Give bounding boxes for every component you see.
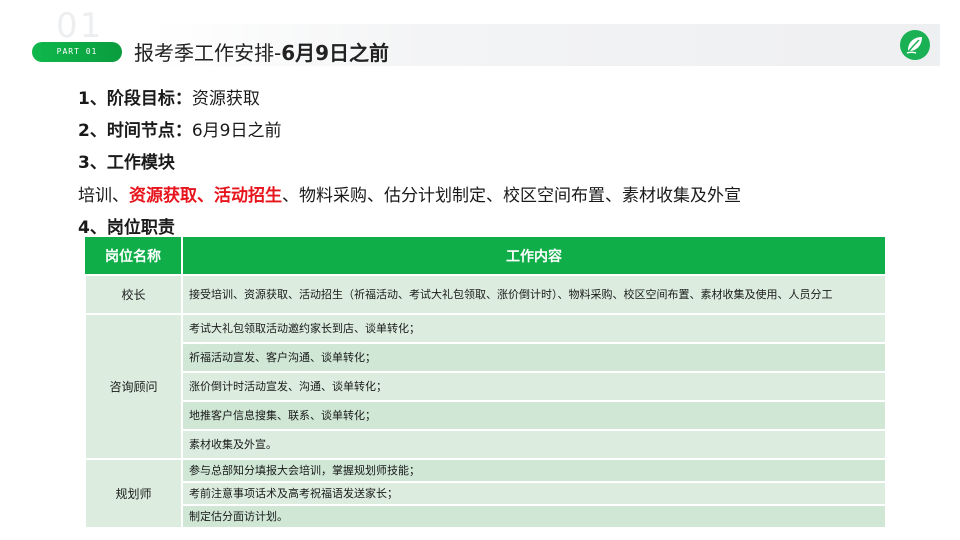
leaf-logo-icon [900,30,930,60]
column-header-role: 岗位名称 [85,237,183,275]
table-row: 校长 接受培训、资源获取、活动招生（祈福活动、考试大礼包领取、涨价倒计时）、物料… [84,274,887,315]
modules-heading: 3、工作模块 [78,148,175,173]
modules-part1: 培训、 [78,186,129,206]
part-number-watermark: 01 [56,6,104,46]
page-title: 报考季工作安排-6月9日之前 [134,37,389,66]
goal-line: 1、阶段目标：资源获取 [78,84,260,109]
modules-highlight-resources: 资源获取 [129,186,197,206]
modules-rest: 、物料采购、估分计划制定、校区空间布置、素材收集及外宣 [282,186,741,206]
goal-label: 1、阶段目标： [78,89,192,109]
modules-separator: 、 [197,186,214,206]
task-cell: 考前注意事项话术及高考祝福语发送家长； [181,481,887,506]
table-row: 考前注意事项话术及高考祝福语发送家长； [85,481,887,506]
table-row: 咨询顾问 考试大礼包领取活动邀约家长到店、谈单转化； [84,313,887,460]
modules-label: 3、工作模块 [78,153,175,173]
task-cell: 参与总部知分填报大会培训，掌握规划师技能； [181,458,887,483]
time-value: 6月9日之前 [191,121,282,141]
duties-label: 4、岗位职责 [78,218,175,238]
task-cell: 地推客户信息搜集、联系、谈单转化； [181,400,887,431]
task-cell: 制定估分面访计划。 [181,504,887,529]
task-cell: 涨价倒计时活动宣发、沟通、谈单转化； [181,371,887,402]
task-cell: 接受培训、资源获取、活动招生（祈福活动、考试大礼包领取、涨价倒计时）、物料采购、… [181,274,887,315]
duties-heading: 4、岗位职责 [78,213,175,238]
time-line: 2、时间节点：6月9日之前 [78,116,281,141]
table-row: 规划师 参与总部知分填报大会培训，掌握规划师技能； [84,458,887,529]
duty-table: 岗位名称 工作内容 校长 接受培训、资源获取、活动招生（祈福活动、考试大礼包领取… [84,237,887,529]
goal-value: 资源获取 [191,89,260,109]
modules-highlight-enrollment: 活动招生 [214,186,282,206]
column-header-tasks: 工作内容 [182,237,887,275]
table-header-row: 岗位名称 工作内容 [85,237,887,275]
table-row: 涨价倒计时活动宣发、沟通、谈单转化； [85,371,887,402]
time-label: 2、时间节点： [78,121,192,141]
table-row: 祈福活动宣发、客户沟通、谈单转化； [85,342,887,373]
title-prefix: 报考季工作安排- [134,41,282,65]
table-row: 地推客户信息搜集、联系、谈单转化； [85,400,887,431]
task-cell: 素材收集及外宣。 [181,429,887,460]
task-cell: 考试大礼包领取活动邀约家长到店、谈单转化； [181,313,887,344]
task-cell: 祈福活动宣发、客户沟通、谈单转化； [181,342,887,373]
role-consultant: 咨询顾问 [84,313,183,460]
part-label: PART 01 [32,42,122,62]
role-principal: 校长 [84,274,183,315]
role-planner: 规划师 [84,458,183,529]
title-date: 6月9日之前 [281,41,390,65]
table-row: 制定估分面访计划。 [85,504,887,529]
table-row: 素材收集及外宣。 [85,429,887,460]
modules-list: 培训、资源获取、活动招生、物料采购、估分计划制定、校区空间布置、素材收集及外宣 [78,181,741,206]
